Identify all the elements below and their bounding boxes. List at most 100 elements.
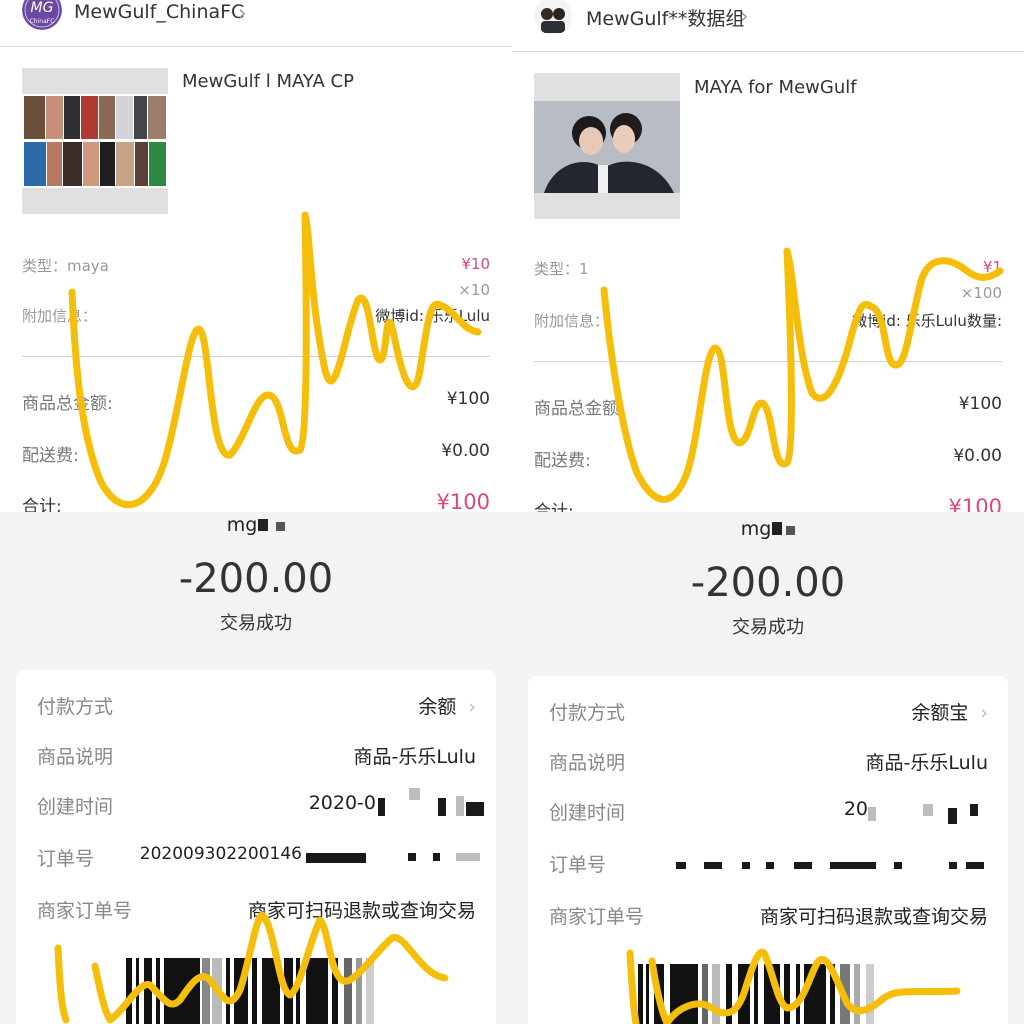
quantity: ×100 [960, 284, 1002, 302]
payment-info-card: 付款方式 余额 › 商品说明 商品-乐乐Lulu 创建时间 2020-0 订单号 … [16, 670, 496, 1024]
unit-price: ¥10 [461, 255, 490, 273]
shop-avatar[interactable] [534, 0, 572, 35]
row-label-order-no: 订单号 [37, 848, 95, 870]
row-label-order-no: 订单号 [549, 854, 607, 876]
payment-method-text: 余额宝 [911, 702, 969, 724]
redaction-mask [966, 862, 984, 869]
payment-method-value[interactable]: 余额宝 › [911, 698, 988, 725]
redaction-mask [948, 808, 957, 824]
product-type: 类型：maya [22, 257, 109, 275]
payee-name: mg [0, 514, 512, 536]
order-detail-section: MewGulf**数据组 › MAYA for MewGulf 类型：1 ¥1 … [512, 0, 1024, 522]
shop-name[interactable]: MewGulf**数据组 [586, 4, 744, 31]
row-label-created-time: 创建时间 [549, 802, 626, 824]
redaction-mask [438, 798, 446, 816]
left-screenshot-panel: MG ChinaFC MewGulf_ChinaFC › MewGulf l M… [0, 0, 512, 1024]
redaction-mask [868, 807, 876, 821]
payee-name-text: mg [740, 518, 772, 540]
payment-status: 交易成功 [732, 617, 804, 638]
order-detail-section: MG ChinaFC MewGulf_ChinaFC › MewGulf l M… [0, 0, 512, 517]
total-value: ¥100 [436, 490, 490, 514]
row-label-product-desc: 商品说明 [549, 752, 626, 774]
payment-amount: -200.00 [690, 560, 846, 606]
redaction-mask [766, 862, 774, 869]
redaction-mask [456, 796, 464, 816]
merchant-order-value: 商家可扫码退款或查询交易 [759, 906, 988, 928]
chevron-right-icon[interactable]: › [980, 702, 988, 724]
product-desc-value: 商品-乐乐Lulu [865, 752, 988, 774]
payment-info-card: 付款方式 余额宝 › 商品说明 商品-乐乐Lulu 创建时间 20 订单号 商家订… [528, 676, 1008, 1024]
divider [534, 361, 1002, 362]
subtotal-label: 商品总金额: [22, 394, 113, 414]
chevron-right-icon[interactable]: › [740, 4, 748, 28]
divider [22, 356, 490, 357]
redaction-mask [676, 862, 686, 869]
payee-name-text: mg [226, 514, 258, 536]
extra-info-label: 附加信息： [534, 312, 610, 330]
redaction-mask [258, 519, 269, 531]
product-desc-value: 商品-乐乐Lulu [353, 746, 476, 768]
subtotal-value: ¥100 [446, 389, 490, 409]
row-label-payment-method: 付款方式 [549, 702, 626, 724]
row-label-payment-method: 付款方式 [37, 696, 114, 718]
chevron-right-icon[interactable]: › [238, 1, 246, 25]
redaction-mask [306, 853, 366, 863]
redaction-mask [276, 522, 286, 531]
payment-method-value[interactable]: 余额 › [418, 692, 476, 719]
shop-header[interactable]: MG ChinaFC MewGulf_ChinaFC › [0, 0, 512, 47]
redaction-mask [970, 804, 978, 816]
avatar-logo-subtext: ChinaFC [30, 18, 55, 25]
payment-method-text: 余额 [418, 696, 457, 718]
redaction-mask [742, 862, 750, 869]
barcode[interactable] [634, 964, 904, 1024]
subtotal-value: ¥100 [958, 394, 1002, 414]
shipping-label: 配送费: [534, 451, 591, 471]
shop-header[interactable]: MewGulf**数据组 › [512, 0, 1024, 52]
redaction-mask [786, 526, 796, 535]
redaction-mask [794, 862, 812, 869]
avatar-logo-text: MG [31, 0, 54, 16]
payee-name: mg [512, 518, 1024, 540]
payment-amount: -200.00 [178, 556, 334, 602]
row-label-merchant-order: 商家订单号 [549, 906, 645, 928]
redaction-mask [456, 853, 480, 861]
shipping-value: ¥0.00 [953, 446, 1002, 466]
redaction-mask [923, 804, 933, 816]
extra-info-label: 附加信息： [22, 307, 98, 325]
product-type: 类型：1 [534, 260, 589, 278]
product-thumbnail[interactable] [22, 68, 168, 214]
product-title[interactable]: MewGulf l MAYA CP [182, 71, 354, 92]
shop-name[interactable]: MewGulf_ChinaFC [74, 1, 244, 23]
created-time-value: 20 [843, 798, 868, 820]
quantity: ×10 [458, 281, 490, 299]
redaction-mask [378, 798, 385, 816]
barcode[interactable] [122, 958, 392, 1024]
redaction-mask [830, 862, 876, 869]
redaction-mask [409, 788, 420, 800]
order-no-value: 202009302200146 [139, 844, 302, 864]
merchant-order-value: 商家可扫码退款或查询交易 [247, 900, 476, 922]
redaction-mask [949, 862, 957, 869]
created-time-value: 2020-0 [308, 792, 376, 814]
payment-detail-section: mg -200.00 交易成功 付款方式 余额宝 › 商品说明 商品-乐乐Lulu… [512, 512, 1024, 1024]
extra-info-value: 微博id: 乐乐Lulu [375, 307, 490, 325]
row-label-product-desc: 商品说明 [37, 746, 114, 768]
subtotal-label: 商品总金额: [534, 399, 625, 419]
payment-detail-section: mg -200.00 交易成功 付款方式 余额 › 商品说明 商品-乐乐Lulu … [0, 512, 512, 1024]
redaction-mask [894, 862, 902, 869]
redaction-mask [704, 862, 722, 869]
shipping-value: ¥0.00 [441, 441, 490, 461]
extra-info-value: 微博id: 乐乐Lulu数量: [852, 312, 1002, 330]
product-thumbnail[interactable] [534, 73, 680, 219]
right-screenshot-panel: MewGulf**数据组 › MAYA for MewGulf 类型：1 ¥1 … [512, 0, 1024, 1024]
row-label-created-time: 创建时间 [37, 796, 114, 818]
redaction-mask [433, 853, 440, 861]
row-label-merchant-order: 商家订单号 [37, 900, 133, 922]
unit-price: ¥1 [982, 258, 1002, 276]
shop-avatar[interactable]: MG ChinaFC [22, 0, 62, 30]
chevron-right-icon[interactable]: › [468, 696, 476, 718]
redaction-mask [466, 802, 484, 816]
product-title[interactable]: MAYA for MewGulf [694, 77, 857, 98]
redaction-mask [772, 522, 783, 535]
redaction-mask [408, 853, 416, 861]
